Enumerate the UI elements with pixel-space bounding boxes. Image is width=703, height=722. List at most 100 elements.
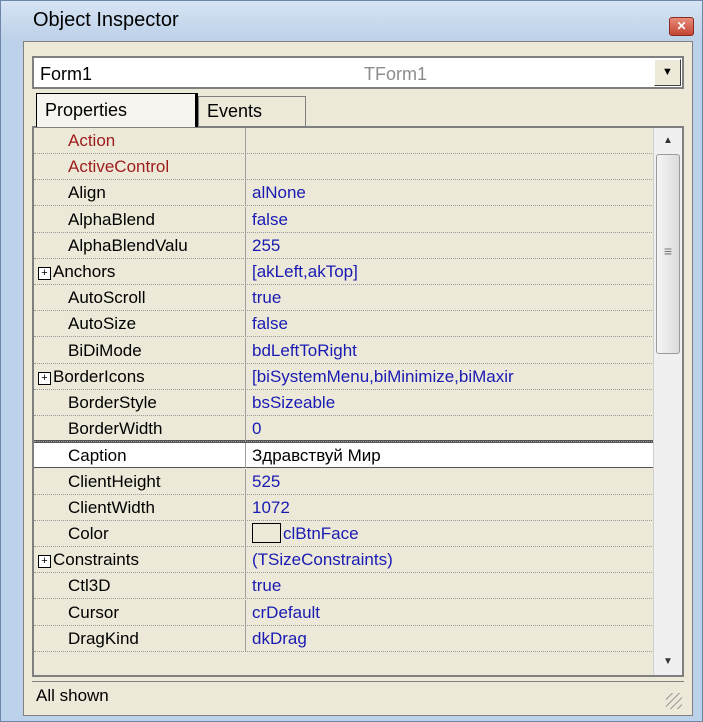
property-row[interactable]: Caption Здравствуй Мир xyxy=(34,440,654,468)
property-name: ClientHeight xyxy=(34,469,246,494)
property-name-text: Caption xyxy=(68,446,127,465)
property-name-text: BiDiMode xyxy=(68,341,142,360)
property-row[interactable]: Ctl3D true xyxy=(34,573,654,599)
property-row[interactable]: ActiveControl xyxy=(34,154,654,180)
dropdown-button[interactable]: ▼ xyxy=(654,59,681,86)
property-value-text: [biSystemMenu,biMinimize,biMaxir xyxy=(252,367,514,386)
property-row[interactable]: AlphaBlend false xyxy=(34,207,654,233)
property-value-text: dkDrag xyxy=(252,629,307,648)
property-row[interactable]: BorderWidth 0 xyxy=(34,416,654,442)
close-button[interactable]: ✕ xyxy=(669,17,694,36)
property-value[interactable]: false xyxy=(252,311,652,336)
scroll-down-icon[interactable]: ▼ xyxy=(654,649,682,675)
property-row[interactable]: + Constraints (TSizeConstraints) xyxy=(34,547,654,573)
tab-properties[interactable]: Properties xyxy=(36,93,198,127)
expand-plus-icon[interactable]: + xyxy=(38,372,51,385)
property-value[interactable]: crDefault xyxy=(252,600,652,625)
close-icon: ✕ xyxy=(676,19,687,33)
property-name: + BorderIcons xyxy=(34,364,246,389)
property-name-text: DragKind xyxy=(68,629,139,648)
expand-plus-icon[interactable]: + xyxy=(38,555,51,568)
property-value[interactable]: (TSizeConstraints) xyxy=(252,547,652,572)
property-name-text: Color xyxy=(68,524,109,543)
property-value-text: 0 xyxy=(252,419,262,438)
color-swatch xyxy=(252,523,281,543)
property-row[interactable]: ClientWidth 1072 xyxy=(34,495,654,521)
property-value[interactable]: true xyxy=(252,285,652,310)
property-name-text: AlphaBlendValu xyxy=(68,236,188,255)
property-value-text: false xyxy=(252,210,288,229)
expand-plus-icon[interactable]: + xyxy=(38,267,51,280)
property-value-text: (TSizeConstraints) xyxy=(252,550,393,569)
property-value[interactable]: [akLeft,akTop] xyxy=(252,259,652,284)
resize-grip-icon[interactable] xyxy=(666,693,682,709)
property-row[interactable]: AutoSize false xyxy=(34,311,654,337)
property-value[interactable]: 255 xyxy=(252,233,652,258)
property-value[interactable]: 0 xyxy=(252,416,652,441)
property-value[interactable]: bsSizeable xyxy=(252,390,652,415)
property-value[interactable]: true xyxy=(252,573,652,598)
property-value[interactable]: dkDrag xyxy=(252,626,652,651)
property-value-text: true xyxy=(252,288,282,307)
property-name-text: Anchors xyxy=(53,262,116,281)
property-value[interactable]: 1072 xyxy=(252,495,652,520)
object-selector-combo[interactable]: Form1 TForm1 ▼ xyxy=(32,56,684,89)
property-value[interactable]: clBtnFace xyxy=(252,521,652,546)
property-name: ActiveControl xyxy=(34,154,246,179)
property-value[interactable] xyxy=(252,128,652,153)
property-value-text: 525 xyxy=(252,472,281,491)
property-name: DragKind xyxy=(34,626,246,651)
status-bar: All shown xyxy=(32,681,684,711)
object-name: Form1 xyxy=(40,64,93,84)
property-name-text: AutoSize xyxy=(68,314,137,333)
property-row[interactable]: + Anchors [akLeft,akTop] xyxy=(34,259,654,285)
property-value[interactable]: bdLeftToRight xyxy=(252,338,652,363)
property-grid: DragKind dkDrag Cursor crDefault Ctl3D true + C… xyxy=(32,126,684,677)
property-value[interactable] xyxy=(252,154,652,179)
property-name-text: ClientWidth xyxy=(68,498,155,517)
property-name: Cursor xyxy=(34,600,246,625)
scroll-thumb[interactable]: ≡ xyxy=(656,154,680,354)
tab-events[interactable]: Events xyxy=(198,96,306,126)
object-inspector-window: Object Inspector ✕ Form1 TForm1 ▼ Proper… xyxy=(0,0,703,722)
property-value[interactable]: false xyxy=(252,207,652,232)
property-name: + Constraints xyxy=(34,547,246,572)
property-row[interactable]: Action xyxy=(34,128,654,154)
property-row[interactable]: ClientHeight 525 xyxy=(34,469,654,495)
property-value-text: crDefault xyxy=(252,603,321,622)
status-text: All shown xyxy=(36,686,109,705)
property-name: AlphaBlend xyxy=(34,207,246,232)
property-name-text: Ctl3D xyxy=(68,576,111,595)
property-name: Align xyxy=(34,180,246,205)
property-name: ClientWidth xyxy=(34,495,246,520)
scroll-up-icon[interactable]: ▲ xyxy=(654,128,682,154)
property-name-text: BorderWidth xyxy=(68,419,163,438)
property-value-text: true xyxy=(252,576,282,595)
inspector-client: Form1 TForm1 ▼ Properties Events DragKin… xyxy=(23,41,693,716)
title-bar[interactable]: Object Inspector ✕ xyxy=(1,1,702,41)
property-row[interactable]: AutoScroll true xyxy=(34,285,654,311)
property-row[interactable]: BorderStyle bsSizeable xyxy=(34,390,654,416)
property-value-text: false xyxy=(252,314,288,333)
property-row[interactable]: AlphaBlendValu 255 xyxy=(34,233,654,259)
property-name-text: Action xyxy=(68,131,116,150)
property-name: BorderWidth xyxy=(34,416,246,441)
property-row[interactable]: DragKind dkDrag xyxy=(34,626,654,652)
property-value[interactable]: [biSystemMenu,biMinimize,biMaxir xyxy=(252,364,652,389)
property-row[interactable]: Color clBtnFace xyxy=(34,521,654,547)
property-name-text: AutoScroll xyxy=(68,288,146,307)
property-value[interactable]: alNone xyxy=(252,180,652,205)
property-row[interactable]: Align alNone xyxy=(34,180,654,206)
property-value-text: 1072 xyxy=(252,498,290,517)
property-name-text: BorderStyle xyxy=(68,393,157,412)
property-row[interactable]: Cursor crDefault xyxy=(34,600,654,626)
chevron-down-icon: ▼ xyxy=(662,66,673,78)
property-name: AutoSize xyxy=(34,311,246,336)
property-value[interactable]: Здравствуй Мир xyxy=(252,443,652,468)
vertical-scrollbar[interactable]: ▲ ≡ ▼ xyxy=(653,128,682,675)
property-row[interactable]: + BorderIcons [biSystemMenu,biMinimize,biM… xyxy=(34,364,654,390)
property-name: Ctl3D xyxy=(34,573,246,598)
property-value[interactable]: 525 xyxy=(252,469,652,494)
property-row[interactable]: BiDiMode bdLeftToRight xyxy=(34,338,654,364)
property-value-text: Здравствуй Мир xyxy=(252,446,381,465)
